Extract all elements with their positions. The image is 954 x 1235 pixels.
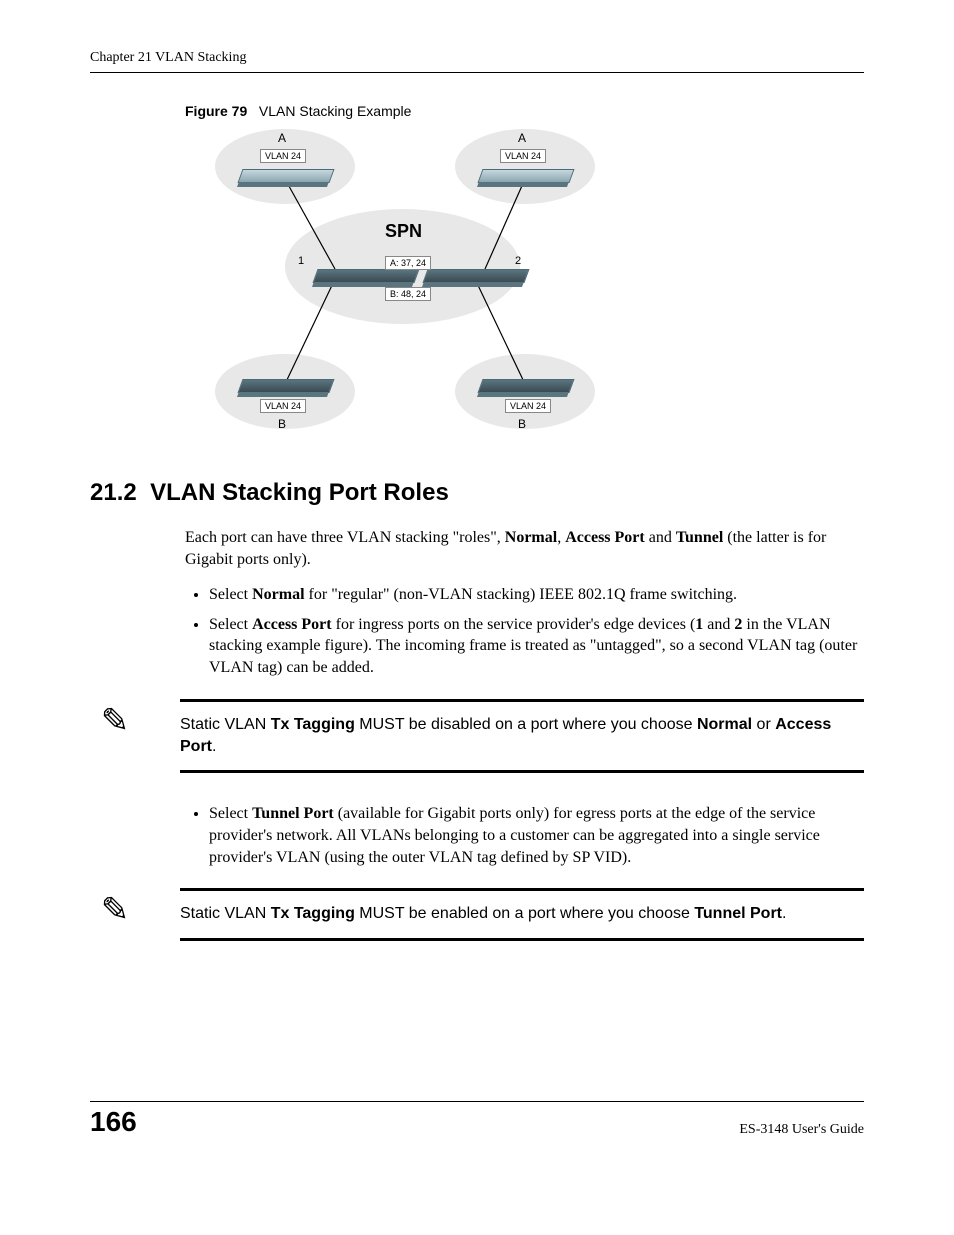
bullet-list-2: Select Tunnel Port (available for Gigabi… (185, 803, 864, 868)
section-title-text: VLAN Stacking Port Roles (150, 479, 449, 506)
text: or (752, 716, 775, 733)
label-port-1: 1 (298, 255, 304, 267)
vlan-tag-box: VLAN 24 (260, 149, 306, 163)
switch-device (312, 269, 419, 283)
term-tunnel-port: Tunnel Port (252, 805, 334, 822)
bullet-list-1: Select Normal for "regular" (non-VLAN st… (185, 584, 864, 678)
switch-device (422, 269, 529, 283)
list-item: Select Tunnel Port (available for Gigabi… (209, 803, 864, 868)
text: for "regular" (non-VLAN stacking) IEEE 8… (305, 586, 738, 603)
intro-paragraph: Each port can have three VLAN stacking "… (185, 527, 864, 570)
text: Select (209, 616, 252, 633)
note-icon: ✎ (90, 888, 140, 928)
label-port-2: 2 (515, 255, 521, 267)
term-tunnel: Tunnel (676, 529, 723, 546)
guide-title: ES-3148 User's Guide (739, 1122, 864, 1138)
section-heading: 21.2 VLAN Stacking Port Roles (90, 479, 864, 507)
list-item: Select Normal for "regular" (non-VLAN st… (209, 584, 864, 606)
vlan-stacking-diagram: A A B B SPN 1 2 VLAN 24 VLAN 24 VLAN 24 … (185, 129, 605, 439)
text: Static VLAN (180, 716, 271, 733)
text: Each port can have three VLAN stacking "… (185, 529, 505, 546)
term-tx-tagging: Tx Tagging (271, 716, 355, 733)
text: and (703, 616, 734, 633)
switch-device (237, 379, 334, 393)
term-tx-tagging: Tx Tagging (271, 905, 355, 922)
label-spn: SPN (385, 221, 422, 242)
text: Select (209, 805, 252, 822)
figure-label: Figure 79 (185, 103, 247, 119)
text: MUST be enabled on a port where you choo… (355, 905, 694, 922)
term-access-port: Access Port (565, 529, 645, 546)
list-item: Select Access Port for ingress ports on … (209, 614, 864, 679)
vlan-tag-box: B: 48, 24 (385, 287, 431, 301)
term-normal: Normal (505, 529, 557, 546)
figure-block: Figure 79 VLAN Stacking Example (185, 103, 864, 439)
text: Static VLAN (180, 905, 271, 922)
note-text: Static VLAN Tx Tagging MUST be disabled … (180, 699, 864, 774)
note-icon: ✎ (90, 699, 140, 739)
figure-caption: Figure 79 VLAN Stacking Example (185, 103, 864, 119)
label-b: B (278, 417, 286, 431)
term-normal: Normal (697, 716, 752, 733)
vlan-tag-box: VLAN 24 (505, 399, 551, 413)
text: MUST be disabled on a port where you cho… (355, 716, 697, 733)
term-normal: Normal (252, 586, 304, 603)
figure-caption-text: VLAN Stacking Example (259, 103, 412, 119)
note-block: ✎ Static VLAN Tx Tagging MUST be disable… (90, 699, 864, 774)
label-a: A (518, 131, 526, 145)
vlan-tag-box: VLAN 24 (260, 399, 306, 413)
note-block: ✎ Static VLAN Tx Tagging MUST be enabled… (90, 888, 864, 940)
switch-device (477, 379, 574, 393)
switch-device (237, 169, 334, 183)
label-b: B (518, 417, 526, 431)
text: , (557, 529, 565, 546)
text: for ingress ports on the service provide… (332, 616, 696, 633)
text: Select (209, 586, 252, 603)
note-text: Static VLAN Tx Tagging MUST be enabled o… (180, 888, 864, 940)
section-number: 21.2 (90, 479, 137, 506)
vlan-tag-box: VLAN 24 (500, 149, 546, 163)
term-tunnel-port: Tunnel Port (694, 905, 782, 922)
label-a: A (278, 131, 286, 145)
vlan-tag-box: A: 37, 24 (385, 256, 431, 270)
page-footer: 166 ES-3148 User's Guide (90, 1101, 864, 1138)
page-number: 166 (90, 1106, 137, 1138)
text: . (212, 738, 216, 755)
text: . (782, 905, 786, 922)
term-access-port: Access Port (252, 616, 332, 633)
running-header: Chapter 21 VLAN Stacking (90, 50, 864, 73)
switch-device (477, 169, 574, 183)
text: and (645, 529, 676, 546)
